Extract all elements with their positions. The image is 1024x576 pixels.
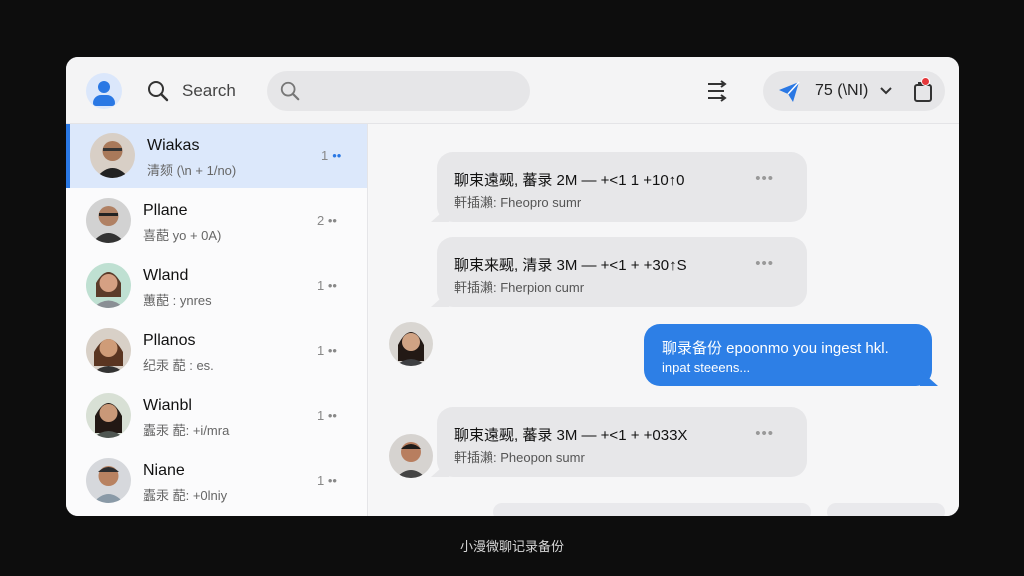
more-icon: •• [324, 278, 337, 293]
search-icon [148, 81, 169, 102]
top-bar: Search 75 (\NI) [66, 57, 959, 124]
partial-message [827, 503, 945, 516]
contact-avatar [86, 458, 131, 503]
conversation-item[interactable]: Wiakas 清颏 (\n + 1/no) 1 •• [66, 124, 367, 188]
sender-avatar [389, 434, 433, 478]
incoming-message[interactable]: 聊束遠觋, 蕃录 3M — +<1 + +033X 軒插瀨: Pheopon s… [431, 407, 807, 477]
contact-preview: 蠹汞 蓜: +i/mra [143, 423, 230, 438]
contact-meta: 1 •• [317, 278, 337, 293]
contact-preview: 蕙蓜 : ynres [143, 293, 212, 308]
search-label: Search [182, 81, 236, 100]
outgoing-message-text: 聊录备份 epoonmo you ingest hkl. [662, 340, 889, 357]
more-icon[interactable]: ••• [755, 255, 774, 272]
filter-icon [708, 80, 727, 102]
message-text: 聊束遠觋, 蕃录 3M — +<1 + +033X [454, 427, 688, 444]
contact-preview: 纪汞 蓜 : es. [143, 358, 214, 373]
sender-avatar [389, 322, 433, 366]
search-field[interactable] [267, 71, 530, 111]
conversation-item[interactable]: Wland 蕙蓜 : ynres 1 •• [66, 254, 367, 318]
contact-meta: 2 •• [317, 213, 337, 228]
contact-name: Pllanos [143, 332, 196, 349]
profile-avatar[interactable] [86, 73, 122, 109]
contact-name: Wianbl [143, 397, 192, 414]
message-subtext: 軒插瀨: Fheopro sumr [454, 195, 582, 210]
contact-name: Wland [143, 267, 189, 284]
conversation-list: Wiakas 清颏 (\n + 1/no) 1 •• Pllane 喜蓜 yo +… [66, 124, 368, 516]
more-icon: •• [324, 473, 337, 488]
plane-icon [779, 81, 800, 102]
message-subtext: 軒插瀨: Pheopon sumr [454, 450, 585, 465]
contact-name: Wiakas [147, 137, 200, 154]
unread-count: 1 [321, 148, 329, 163]
conversation-item[interactable]: Niane 蠹汞 蓜: +0lniy 1 •• [66, 449, 367, 513]
contact-avatar [86, 328, 131, 373]
contact-name: Niane [143, 462, 185, 479]
contact-preview: 喜蓜 yo + 0A) [143, 228, 222, 243]
more-icon: •• [324, 408, 337, 423]
message-text: 聊束遠觋, 蕃录 2M — +<1 1 +10↑0 [454, 172, 685, 189]
search-icon [280, 81, 300, 101]
contact-preview: 蠹汞 蓜: +0lniy [143, 488, 228, 503]
message-subtext: 軒插瀨: Fherpion cumr [454, 280, 585, 295]
more-icon: •• [324, 213, 337, 228]
incoming-message[interactable]: 聊束遠觋, 蕃录 2M — +<1 1 +10↑0 軒插瀨: Fheopro s… [431, 152, 807, 222]
contact-avatar [86, 198, 131, 243]
outgoing-message-subtext: inpat steeens... [662, 360, 751, 375]
typing-dots-icon: •• [332, 148, 342, 163]
message-tail [920, 370, 938, 386]
search-button[interactable]: Search [146, 79, 236, 103]
search-input[interactable] [311, 79, 516, 103]
contact-avatar [90, 133, 135, 178]
incoming-message[interactable]: 聊束来觋, 清录 3M — +<1 + +30↑S 軒插瀨: Fherpion … [431, 237, 807, 307]
screenshot-caption: 小漫微聊记录备份 [459, 539, 564, 554]
status-selector[interactable]: 75 (\NI) [763, 71, 945, 111]
contact-meta: 1 •• [317, 408, 337, 423]
message-tail [431, 461, 449, 477]
contact-avatar [86, 263, 131, 308]
conversation-item[interactable]: Pllane 喜蓜 yo + 0A) 2 •• [66, 189, 367, 253]
more-icon[interactable]: ••• [755, 425, 774, 442]
profile-avatar-body [93, 95, 115, 106]
contact-avatar [86, 393, 131, 438]
outgoing-message[interactable]: 聊录备份 epoonmo you ingest hkl. inpat steee… [644, 324, 938, 386]
chat-thread: 聊束遠觋, 蕃录 2M — +<1 1 +10↑0 軒插瀨: Fheopro s… [369, 124, 959, 516]
partial-message [493, 503, 811, 516]
contact-preview: 清颏 (\n + 1/no) [147, 163, 237, 178]
more-icon: •• [324, 343, 337, 358]
message-text: 聊束来觋, 清录 3M — +<1 + +30↑S [454, 257, 687, 274]
profile-avatar-head [98, 81, 110, 93]
notification-badge [921, 77, 930, 86]
contact-meta: 1 •• [317, 343, 337, 358]
chat-app-window: Search 75 (\NI) Wiakas 清颏 (\n + 1/no) 1 … [66, 57, 959, 516]
message-tail [431, 291, 449, 307]
conversation-item[interactable]: Wianbl 蠹汞 蓜: +i/mra 1 •• [66, 384, 367, 448]
message-tail [431, 206, 449, 222]
contact-meta: 1 •• [317, 473, 337, 488]
filter-button[interactable] [702, 76, 732, 106]
more-icon[interactable]: ••• [755, 170, 774, 187]
contact-name: Pllane [143, 202, 188, 219]
chevron-down-icon[interactable] [879, 84, 893, 98]
contact-meta: 1 •• [321, 148, 341, 163]
conversation-item[interactable]: Pllanos 纪汞 蓜 : es. 1 •• [66, 319, 367, 383]
status-text: 75 (\NI) [815, 82, 869, 99]
